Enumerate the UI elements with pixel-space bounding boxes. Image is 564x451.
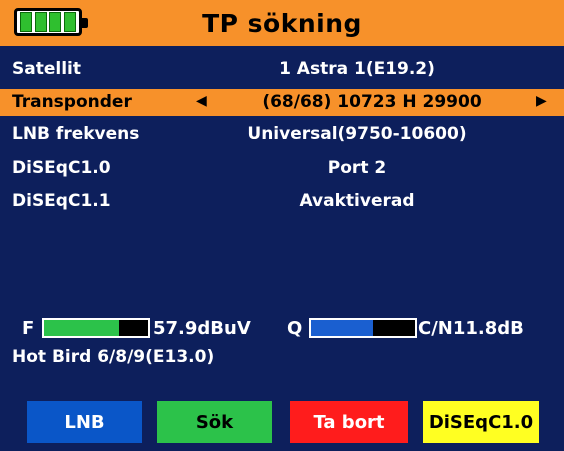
row-value: Universal(9750-10600) xyxy=(247,124,467,144)
row-value: Port 2 xyxy=(327,158,387,178)
sok-button[interactable]: Sök xyxy=(157,401,272,443)
q-label: Q xyxy=(287,318,303,339)
f-meter xyxy=(42,318,150,338)
header-bar: TP sökning xyxy=(0,0,564,46)
row-diseqc11[interactable]: DiSEqC1.1 Avaktiverad xyxy=(0,188,564,215)
ta-bort-button[interactable]: Ta bort xyxy=(290,401,408,443)
signal-meters: F 57.9dBuV Q C/N11.8dB xyxy=(0,316,564,342)
row-label: DiSEqC1.1 xyxy=(12,191,111,211)
q-meter-fill xyxy=(311,320,374,336)
row-label: DiSEqC1.0 xyxy=(12,158,111,178)
battery-bar-4 xyxy=(63,12,76,32)
battery-bar-2 xyxy=(34,12,47,32)
q-value: C/N11.8dB xyxy=(418,318,524,339)
page-title: TP sökning xyxy=(202,8,362,38)
f-meter-fill xyxy=(44,320,119,336)
satellite-name: Hot Bird 6/8/9(E13.0) xyxy=(12,347,215,367)
battery-icon xyxy=(14,8,88,36)
row-label: Satellit xyxy=(12,59,81,79)
row-transponder[interactable]: Transponder ◀ (68/68) 10723 H 29900 ▶ xyxy=(0,89,564,116)
battery-cap xyxy=(82,18,88,28)
row-lnb-frekvens[interactable]: LNB frekvens Universal(9750-10600) xyxy=(0,121,564,148)
battery-bar-1 xyxy=(20,12,32,32)
battery-bar-3 xyxy=(49,12,62,32)
row-value: Avaktiverad xyxy=(299,191,415,211)
row-label: LNB frekvens xyxy=(12,124,140,144)
arrow-left-icon[interactable]: ◀ xyxy=(196,93,207,109)
diseqc-button[interactable]: DiSEqC1.0 xyxy=(423,401,539,443)
row-value: 1 Astra 1(E19.2) xyxy=(279,59,435,79)
arrow-right-icon[interactable]: ▶ xyxy=(536,93,547,109)
row-label: Transponder xyxy=(12,92,132,112)
q-meter xyxy=(309,318,417,338)
lnb-button[interactable]: LNB xyxy=(27,401,142,443)
f-label: F xyxy=(22,318,35,339)
row-satellit[interactable]: Satellit 1 Astra 1(E19.2) xyxy=(0,56,564,83)
row-value: (68/68) 10723 H 29900 xyxy=(262,92,482,112)
row-diseqc10[interactable]: DiSEqC1.0 Port 2 xyxy=(0,155,564,182)
f-value: 57.9dBuV xyxy=(153,318,251,339)
